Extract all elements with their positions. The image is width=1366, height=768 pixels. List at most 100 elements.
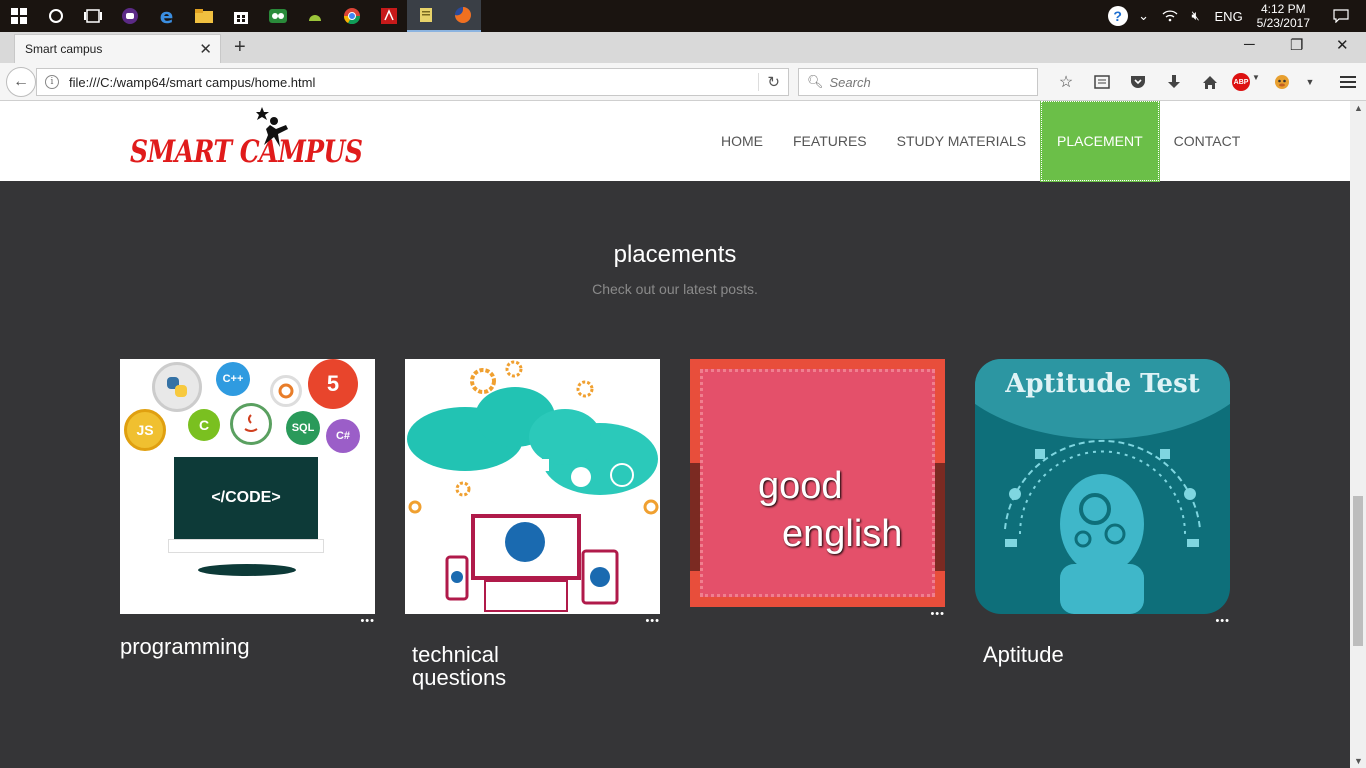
monitor-stand [198, 564, 296, 576]
home-icon[interactable] [1192, 75, 1228, 89]
post-card-programming[interactable]: C++ 5 JS C SQL C# </CODE> ••• programmin… [120, 359, 375, 658]
gear-logo-icon [270, 375, 302, 407]
browser-tab-bar: Smart campus ✕ + ─ ❐ ✕ [0, 32, 1366, 63]
task-view-icon[interactable] [74, 0, 111, 32]
purple-app-icon[interactable] [111, 0, 148, 32]
file-explorer-icon[interactable] [185, 0, 222, 32]
edge-icon[interactable]: e [148, 0, 185, 32]
chrome-icon[interactable] [333, 0, 370, 32]
site-header: SMART CAMPUS HOME FEATURES STUDY MATERIA… [0, 101, 1350, 182]
reload-icon[interactable]: ↻ [758, 73, 780, 91]
more-options-icon[interactable]: ••• [930, 608, 945, 620]
notes-app-icon[interactable] [407, 0, 444, 32]
volume-muted-icon[interactable]: 🔇︎ [1183, 8, 1209, 24]
java-icon [230, 403, 272, 445]
system-tray: ? ⌄ 🔇︎ ENG 4:12 PM 5/23/2017 [1105, 0, 1366, 32]
help-icon[interactable]: ? [1105, 6, 1131, 26]
scrollbar-thumb[interactable] [1353, 496, 1363, 646]
reading-list-icon[interactable] [1084, 75, 1120, 89]
clock-time: 4:12 PM [1260, 2, 1306, 16]
menu-item-features[interactable]: FEATURES [778, 101, 882, 181]
c-badge: C [188, 409, 220, 441]
url-text[interactable]: file:///C:/wamp64/smart campus/home.html [69, 75, 315, 90]
adblock-icon[interactable]: ABP ▼ [1228, 73, 1264, 91]
menu-item-home[interactable]: HOME [706, 101, 778, 181]
browser-navigation-bar: ← i file:///C:/wamp64/smart campus/home.… [0, 63, 1366, 101]
scroll-up-arrow-icon[interactable]: ▲ [1354, 103, 1363, 113]
page-viewport: SMART CAMPUS HOME FEATURES STUDY MATERIA… [0, 101, 1350, 768]
url-bar[interactable]: i file:///C:/wamp64/smart campus/home.ht… [36, 68, 789, 96]
extension-monkey-icon[interactable] [1264, 74, 1300, 90]
english-word-good: good [758, 465, 843, 507]
card-title[interactable]: Aptitude [983, 643, 1064, 666]
system-clock[interactable]: 4:12 PM 5/23/2017 [1257, 2, 1310, 30]
english-word-english: english [782, 513, 903, 555]
browser-tab[interactable]: Smart campus ✕ [14, 34, 221, 63]
tripadvisor-icon[interactable] [259, 0, 296, 32]
store-icon[interactable] [222, 0, 259, 32]
scroll-down-arrow-icon[interactable]: ▼ [1354, 756, 1363, 766]
english-image[interactable]: good english [690, 359, 945, 607]
cloud-devices-illustration [407, 360, 659, 612]
post-card-technical[interactable]: ••• technical questions [405, 359, 660, 689]
cpp-badge: C++ [216, 362, 250, 396]
logo-figure-icon [256, 107, 288, 147]
card-title[interactable]: programming [120, 635, 250, 658]
post-card-aptitude[interactable]: Aptitude Test ••• Aptitude [975, 359, 1230, 666]
android-icon[interactable] [296, 0, 333, 32]
back-button[interactable]: ← [6, 67, 36, 97]
cortana-icon[interactable] [37, 0, 74, 32]
restore-icon[interactable]: ❐ [1290, 36, 1303, 54]
firefox-icon[interactable] [444, 0, 481, 32]
sql-badge: SQL [286, 411, 320, 445]
monitor-bezel [168, 539, 324, 553]
card-title[interactable]: technical questions [412, 643, 552, 689]
bookmark-star-icon[interactable]: ☆ [1048, 72, 1084, 92]
search-input[interactable]: 🔍︎ Search [798, 68, 1038, 96]
chevron-up-icon[interactable]: ⌄ [1131, 8, 1157, 24]
programming-image[interactable]: C++ 5 JS C SQL C# </CODE> [120, 359, 375, 614]
aptitude-image[interactable]: Aptitude Test [975, 359, 1230, 614]
windows-start-icon[interactable] [0, 0, 37, 32]
more-options-icon[interactable]: ••• [1215, 615, 1230, 627]
python-icon [152, 362, 202, 412]
new-tab-icon[interactable]: + [234, 36, 246, 59]
more-options-icon[interactable]: ••• [360, 615, 375, 627]
notifications-icon[interactable] [1328, 9, 1354, 23]
minimize-icon[interactable]: ─ [1244, 36, 1255, 53]
csharp-badge: C# [326, 419, 360, 453]
post-card-english[interactable]: good english ••• [690, 359, 945, 620]
technical-image[interactable] [405, 359, 660, 614]
tab-title: Smart campus [25, 42, 103, 56]
html5-badge: 5 [308, 359, 358, 409]
close-window-icon[interactable]: ✕ [1336, 36, 1349, 54]
language-indicator[interactable]: ENG [1209, 9, 1249, 24]
site-logo[interactable]: SMART CAMPUS [128, 107, 363, 171]
toolbar-icons: ☆ ABP ▼ ▼ [1048, 72, 1366, 92]
menu-item-contact[interactable]: CONTACT [1159, 101, 1256, 181]
more-options-icon[interactable]: ••• [645, 615, 660, 627]
section-title: placements [613, 241, 737, 268]
download-icon[interactable] [1156, 74, 1192, 90]
clock-date: 5/23/2017 [1256, 16, 1310, 30]
pocket-icon[interactable] [1120, 75, 1156, 89]
tab-close-icon[interactable]: ✕ [199, 40, 212, 58]
info-icon[interactable]: i [45, 75, 59, 89]
wifi-icon[interactable] [1157, 10, 1183, 22]
search-placeholder: Search [829, 74, 871, 90]
menu-item-study-materials[interactable]: STUDY MATERIALS [882, 101, 1041, 181]
page-scrollbar[interactable]: ▲ ▼ [1350, 101, 1366, 768]
search-icon: 🔍︎ [807, 74, 824, 89]
menu-item-placement[interactable]: PLACEMENT [1040, 101, 1160, 182]
section-subtitle: Check out our latest posts. [592, 281, 758, 297]
windows-taskbar: e ? ⌄ 🔇︎ ENG 4:12 PM 5/23/2017 [0, 0, 1366, 32]
main-menu: HOME FEATURES STUDY MATERIALS PLACEMENT … [706, 101, 1256, 182]
js-badge: JS [124, 409, 166, 451]
hamburger-menu-icon[interactable] [1330, 75, 1366, 89]
code-monitor-screen: </CODE> [174, 457, 318, 539]
head-gears-illustration [1004, 439, 1201, 614]
logo-text: SMART CAMPUS [130, 133, 363, 170]
extension-dropdown-icon[interactable]: ▼ [1300, 77, 1320, 87]
acrobat-icon[interactable] [370, 0, 407, 32]
back-arrow-icon: ← [13, 73, 29, 90]
